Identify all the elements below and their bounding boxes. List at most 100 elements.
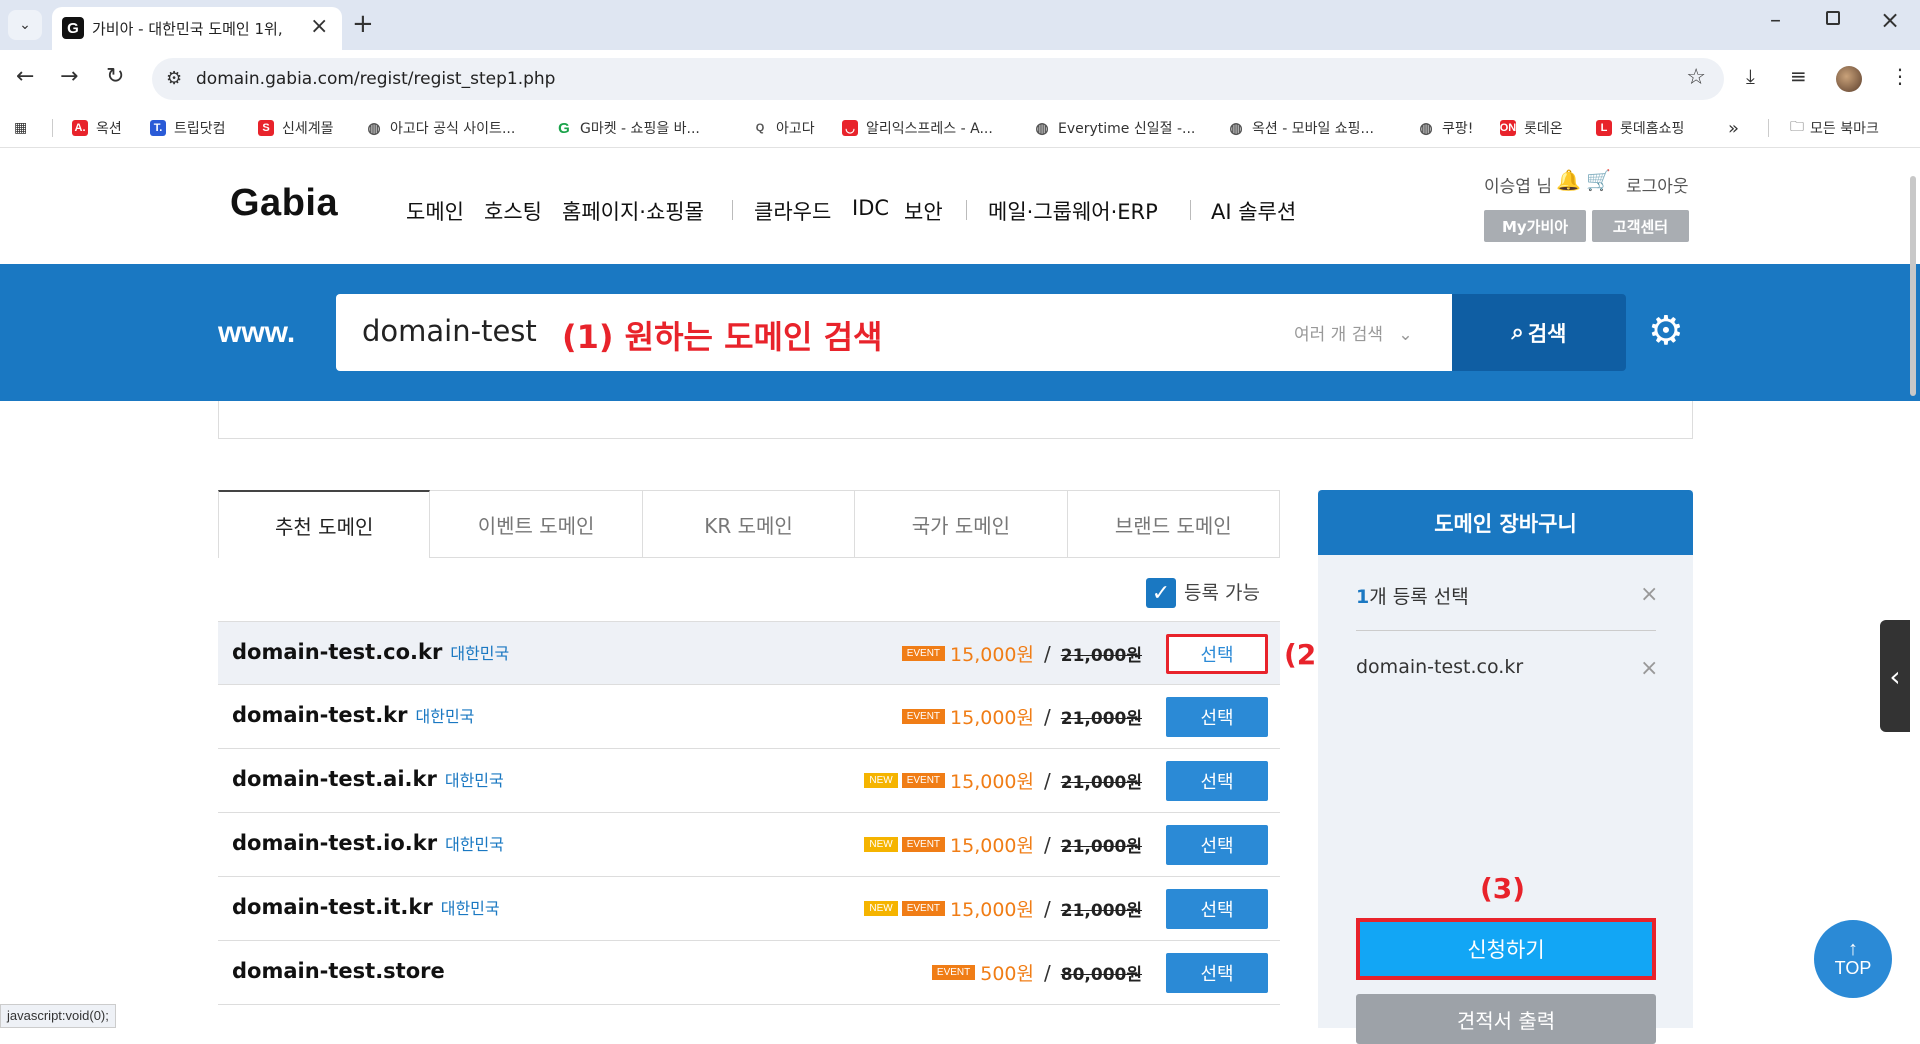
bookmark-item[interactable]: ◍ 쿠팡! bbox=[1418, 115, 1473, 141]
side-panel-toggle-chevron-left-icon[interactable]: ‹ bbox=[1880, 620, 1910, 732]
site-header: Gabia 도메인 호스팅 홈페이지·쇼핑몰 클라우드 IDC 보안 메일·그룹웨어·ERP… bbox=[0, 148, 1920, 264]
tab-domain-category[interactable]: 추천 도메인 bbox=[218, 490, 431, 558]
gnb-item[interactable]: 홈페이지·쇼핑몰 bbox=[562, 196, 704, 226]
search-button-label: 검색 bbox=[1527, 321, 1567, 346]
domain-name: domain-test.io.kr 대한민국 bbox=[232, 831, 504, 855]
domain-row: domain-test.ai.kr 대한민국 NEW EVENT 15,000원 / 21,… bbox=[218, 749, 1280, 813]
bookmark-item[interactable]: ◡ 알리익스프레스 - A... bbox=[842, 115, 993, 141]
apps-grid-icon[interactable]: ▦ bbox=[14, 115, 27, 141]
gnb-item[interactable]: 메일·그룹웨어·ERP bbox=[988, 196, 1158, 226]
bookmark-item[interactable]: ON 롯데온 bbox=[1500, 115, 1563, 141]
original-price: 80,000원 bbox=[1060, 965, 1142, 985]
bookmark-item[interactable]: T. 트립닷컴 bbox=[150, 115, 226, 141]
site-info-icon[interactable]: ⚙ bbox=[166, 68, 182, 89]
select-domain-button[interactable]: 선택 bbox=[1166, 825, 1268, 865]
select-domain-button[interactable]: 선택 bbox=[1166, 634, 1268, 674]
gabia-logo[interactable]: Gabia bbox=[230, 182, 338, 225]
tab-domain-category[interactable]: 국가 도메인 bbox=[855, 490, 1068, 558]
search-button[interactable]: ⌕ 검색 bbox=[1452, 294, 1626, 371]
bookmark-star-icon[interactable]: ☆ bbox=[1686, 65, 1706, 90]
multi-search-dropdown[interactable]: 여러 개 검색 ⌄ bbox=[1294, 320, 1413, 345]
event-badge: EVENT bbox=[901, 709, 946, 724]
bookmark-item[interactable]: S 신세계몰 bbox=[258, 115, 334, 141]
domain-search-banner: www. domain-test (1) 원하는 도메인 검색 여러 개 검색 … bbox=[0, 264, 1920, 401]
bookmark-item[interactable]: ◍ Everytime 신일절 -... bbox=[1034, 115, 1195, 141]
gear-icon[interactable]: ⚙ bbox=[1648, 308, 1684, 354]
select-domain-button[interactable]: 선택 bbox=[1166, 953, 1268, 993]
forward-arrow-icon[interactable]: → bbox=[60, 64, 78, 89]
remove-cart-item-close-icon[interactable]: × bbox=[1640, 656, 1658, 681]
bookmark-favicon-icon: ON bbox=[1499, 120, 1517, 136]
bookmark-item[interactable]: Q 아고다 bbox=[752, 115, 815, 141]
new-tab-plus-icon[interactable]: + bbox=[352, 9, 374, 39]
select-domain-button[interactable]: 선택 bbox=[1166, 889, 1268, 929]
user-name: 이승엽 님 bbox=[1484, 177, 1552, 197]
all-bookmarks-folder[interactable]: 🗀 모든 북마크 bbox=[1790, 115, 1879, 141]
customer-center-button[interactable]: 고객센터 bbox=[1592, 210, 1689, 242]
media-control-icon[interactable]: ≡ bbox=[1790, 64, 1807, 88]
event-badge: EVENT bbox=[901, 773, 946, 788]
gnb-item[interactable]: AI 솔루션 bbox=[1211, 196, 1296, 226]
scroll-to-top-button[interactable]: ↑ TOP bbox=[1814, 920, 1892, 998]
print-quote-button[interactable]: 견적서 출력 bbox=[1356, 994, 1656, 1044]
bookmark-label: G마켓 - 쇼핑을 바... bbox=[580, 121, 700, 137]
more-bookmarks-icon[interactable]: » bbox=[1728, 115, 1739, 141]
gnb-item[interactable]: 클라우드 bbox=[754, 196, 831, 226]
bookmark-item[interactable]: G G마켓 - 쇼핑을 바... bbox=[556, 115, 700, 141]
top-button-label: TOP bbox=[1834, 957, 1872, 978]
window-minimize-icon[interactable]: – bbox=[1770, 8, 1781, 33]
tab-domain-category[interactable]: 브랜드 도메인 bbox=[1067, 490, 1280, 558]
event-badge: EVENT bbox=[901, 901, 946, 916]
domain-name-text: domain-test.io.kr bbox=[232, 831, 438, 855]
gnb-item[interactable]: 도메인 bbox=[406, 196, 464, 226]
gnb-item[interactable]: 보안 bbox=[904, 196, 943, 226]
reload-icon[interactable]: ↻ bbox=[106, 64, 124, 89]
available-only-checkbox[interactable]: ✓ bbox=[1146, 578, 1176, 608]
event-badge: EVENT bbox=[901, 837, 946, 852]
back-arrow-icon[interactable]: ← bbox=[16, 64, 34, 89]
address-bar[interactable]: ⚙ domain.gabia.com/regist/regist_step1.p… bbox=[152, 58, 1724, 100]
cart-count: 1개 등록 선택 bbox=[1356, 582, 1469, 609]
clear-cart-close-icon[interactable]: × bbox=[1640, 582, 1658, 607]
profile-avatar[interactable] bbox=[1836, 66, 1862, 92]
new-badge: NEW bbox=[864, 773, 898, 788]
domain-price: NEW EVENT 15,000원 / 21,000원 bbox=[864, 831, 1142, 858]
tab-domain-category[interactable]: KR 도메인 bbox=[642, 490, 856, 558]
logout-link[interactable]: 로그아웃 bbox=[1626, 172, 1689, 197]
select-domain-button[interactable]: 선택 bbox=[1166, 761, 1268, 801]
domain-search-input[interactable]: domain-test (1) 원하는 도메인 검색 여러 개 검색 ⌄ bbox=[336, 294, 1452, 371]
browser-tab-active[interactable]: G 가비아 - 대한민국 도메인 1위, × bbox=[52, 7, 342, 50]
tab-domain-category[interactable]: 이벤트 도메인 bbox=[430, 490, 643, 558]
bookmark-item[interactable]: L 롯데홈쇼핑 bbox=[1596, 115, 1684, 141]
gnb-separator bbox=[732, 200, 733, 220]
window-restore-icon[interactable] bbox=[1826, 11, 1840, 25]
gabia-favicon-icon: G bbox=[62, 17, 84, 39]
gnb-separator bbox=[966, 200, 967, 220]
page-scrollbar[interactable] bbox=[1910, 176, 1916, 396]
chevron-down-icon: ⌄ bbox=[19, 17, 31, 33]
domain-row: domain-test.it.kr 대한민국 NEW EVENT 15,000원 / 21,… bbox=[218, 877, 1280, 941]
cart-icon[interactable]: 🛒 bbox=[1586, 168, 1611, 192]
kebab-menu-icon[interactable]: ⋮ bbox=[1890, 64, 1910, 88]
price-slash: / bbox=[1044, 896, 1051, 921]
apply-button[interactable]: 신청하기 bbox=[1356, 918, 1656, 980]
select-domain-button[interactable]: 선택 bbox=[1166, 697, 1268, 737]
tab-search-button[interactable]: ⌄ bbox=[8, 10, 42, 40]
bell-icon[interactable]: 🔔 bbox=[1556, 168, 1581, 192]
www-prefix: www. bbox=[218, 316, 296, 349]
domain-price: EVENT 15,000원 / 21,000원 bbox=[901, 703, 1142, 730]
all-bookmarks-label: 모든 북마크 bbox=[1810, 121, 1879, 137]
gnb-item[interactable]: 호스팅 bbox=[484, 196, 542, 226]
event-badge: EVENT bbox=[931, 965, 976, 980]
bookmark-item[interactable]: ◍ 옥션 - 모바일 쇼핑... bbox=[1228, 115, 1373, 141]
tab-close-icon[interactable]: × bbox=[310, 14, 328, 39]
my-gabia-button[interactable]: My가비아 bbox=[1484, 210, 1586, 242]
download-icon[interactable]: ⤓ bbox=[1746, 64, 1755, 88]
bookmark-favicon-icon: T. bbox=[150, 120, 166, 136]
gnb-item[interactable]: IDC bbox=[852, 196, 889, 220]
sale-price: 15,000원 bbox=[950, 644, 1034, 666]
original-price: 21,000원 bbox=[1060, 773, 1142, 793]
bookmark-item[interactable]: A. 옥션 bbox=[72, 115, 122, 141]
window-close-icon[interactable]: × bbox=[1880, 6, 1900, 34]
bookmark-item[interactable]: ◍ 아고다 공식 사이트... bbox=[366, 115, 515, 141]
